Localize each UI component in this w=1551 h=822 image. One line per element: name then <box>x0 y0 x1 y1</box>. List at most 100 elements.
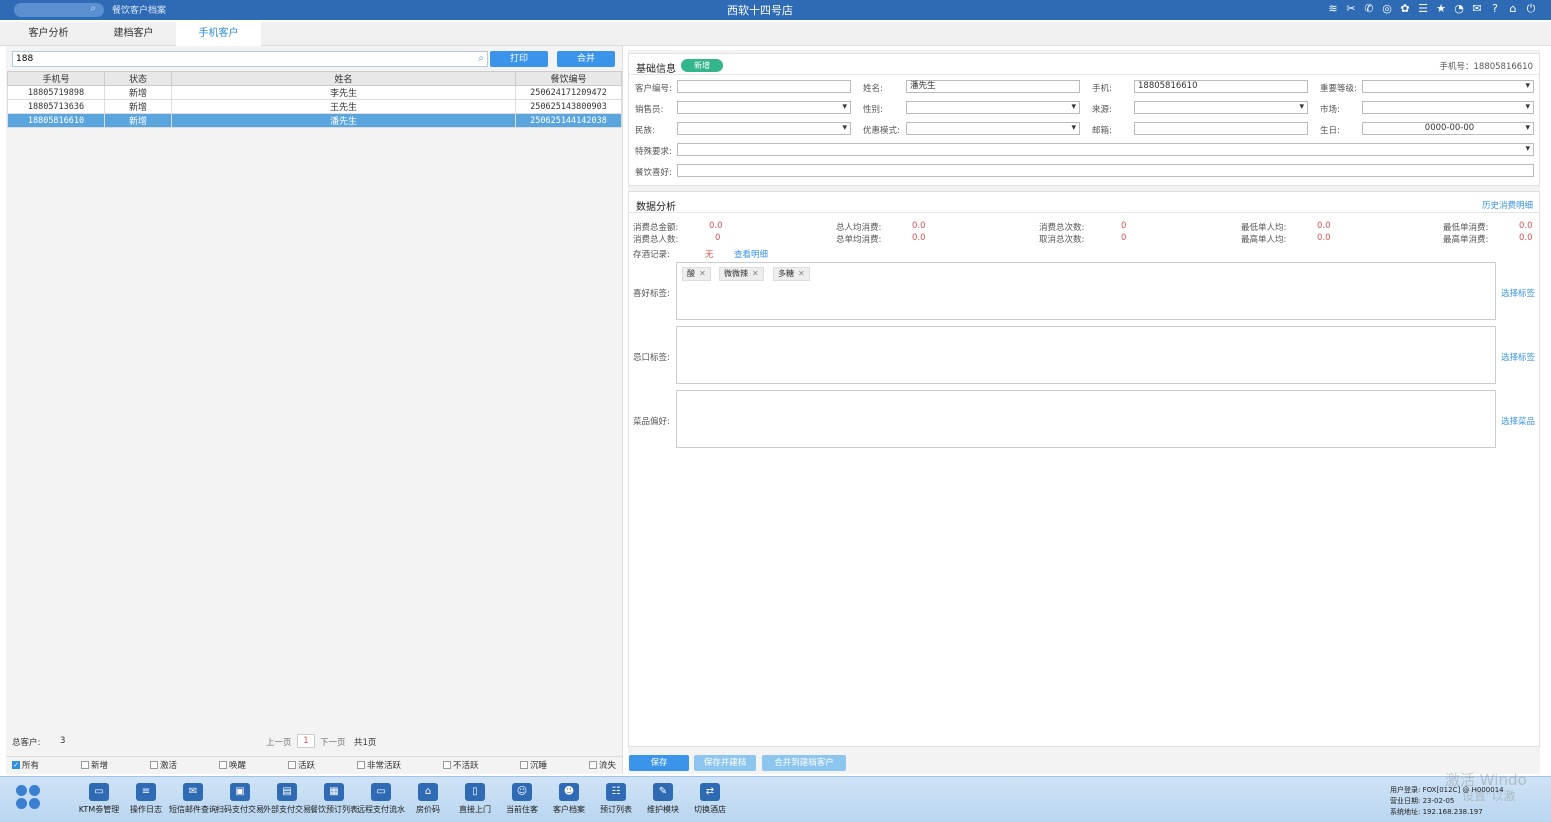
tag-chip[interactable]: 酸 ✕ <box>682 267 711 281</box>
taskbar-switch-hotel[interactable]: ⇄ 切换酒店 <box>683 783 737 815</box>
special-select[interactable] <box>677 143 1534 156</box>
menu-icon[interactable]: ☰ <box>1417 2 1429 16</box>
merge-button[interactable]: 合并 <box>557 51 615 67</box>
tag-chip[interactable]: 多糖 ✕ <box>773 267 810 281</box>
filter-very-active[interactable]: 非常活跃 <box>357 759 401 771</box>
taskbar-remote-pay[interactable]: ▭ 远程支付流水 <box>354 783 408 815</box>
column-header[interactable]: 姓名 <box>171 71 516 86</box>
filter-dormant[interactable]: 沉睡 <box>520 759 547 771</box>
print-button[interactable]: 打印 <box>490 51 548 67</box>
dish-pref-area[interactable] <box>676 390 1496 448</box>
column-header[interactable]: 手机号 <box>7 71 105 86</box>
stat-label: 最低单人均: <box>1241 223 1287 233</box>
wine-value: 无 <box>705 250 714 260</box>
search-input[interactable] <box>13 52 463 66</box>
hobby-field[interactable] <box>677 164 1534 177</box>
taskbar-room-rate[interactable]: ⌂ 房价码 <box>401 783 455 815</box>
taskbar-current-guests[interactable]: ☺ 当前住客 <box>495 783 549 815</box>
nation-select[interactable] <box>677 122 851 135</box>
save-and-archive-button[interactable]: 保存并建档 <box>694 755 756 771</box>
filter-new[interactable]: 新增 <box>81 759 108 771</box>
taskbar-reservation-list[interactable]: ☷ 预订列表 <box>589 783 643 815</box>
taskbar-ktm-coupons[interactable]: ▭ KTM劵管理 <box>72 783 126 815</box>
home-icon[interactable]: ⌂ <box>1507 2 1519 16</box>
column-header[interactable]: 状态 <box>104 71 172 86</box>
birthday-picker[interactable]: 0000-00-00 <box>1362 122 1534 135</box>
checkbox[interactable] <box>81 761 89 769</box>
name-field[interactable]: 潘先生 <box>906 80 1080 93</box>
market-select[interactable] <box>1362 101 1534 114</box>
checkbox[interactable] <box>589 761 597 769</box>
discount-select[interactable] <box>906 122 1080 135</box>
checkbox[interactable] <box>357 761 365 769</box>
history-link[interactable]: 历史消费明细 <box>1482 199 1533 211</box>
global-search-input[interactable]: ⌕ <box>14 3 104 17</box>
tag-label: 多糖 <box>778 269 794 278</box>
mobile-field[interactable]: 18805816610 <box>1134 80 1308 93</box>
table-row-selected[interactable]: 18805816610 新增 潘先生 250625144142038 <box>7 113 622 128</box>
avoid-tags-area[interactable] <box>676 326 1496 384</box>
phone-icon[interactable]: ✆ <box>1363 2 1375 16</box>
taskbar-operation-log[interactable]: ≡ 操作日志 <box>119 783 173 815</box>
wifi-icon[interactable]: ≋ <box>1327 2 1339 16</box>
clock-icon[interactable]: ◔ <box>1453 2 1465 16</box>
tab-mobile-customers[interactable]: 手机客户 <box>176 22 261 46</box>
filter-inactive[interactable]: 不活跃 <box>443 759 479 771</box>
avoid-tags-label: 忌口标签: <box>633 353 670 363</box>
table-row[interactable]: 18805719898 新增 李先生 250624171209472 <box>7 85 622 100</box>
taskbar-customer-profile[interactable]: ☻ 客户档案 <box>542 783 596 815</box>
power-icon[interactable]: ⏻ <box>1525 2 1537 16</box>
tab-archived-customers[interactable]: 建档客户 <box>91 22 176 46</box>
filter-all[interactable]: ✓ 所有 <box>12 759 39 771</box>
column-header[interactable]: 餐饮编号 <box>515 71 622 86</box>
star-icon[interactable]: ★ <box>1435 2 1447 16</box>
gender-select[interactable] <box>906 101 1080 114</box>
save-button[interactable]: 保存 <box>629 755 689 771</box>
close-icon[interactable]: ✕ <box>699 269 706 278</box>
filter-active[interactable]: 活跃 <box>288 759 315 771</box>
cust-no-field[interactable] <box>677 80 851 93</box>
importance-select[interactable] <box>1362 80 1534 93</box>
wine-detail-link[interactable]: 查看明细 <box>734 248 768 260</box>
checkbox[interactable] <box>150 761 158 769</box>
tag-chip[interactable]: 微微辣 ✕ <box>719 267 764 281</box>
mail-icon[interactable]: ✉ <box>1471 2 1483 16</box>
wrench-icon: ✎ <box>653 783 673 801</box>
select-avoid-tags-link[interactable]: 选择标签 <box>1501 351 1535 363</box>
like-tags-area[interactable]: 酸 ✕ 微微辣 ✕ 多糖 ✕ <box>676 262 1496 320</box>
taskbar-walk-in[interactable]: ▯ 直接上门 <box>448 783 502 815</box>
page-number[interactable]: 1 <box>297 734 315 748</box>
next-page-link[interactable]: 下一页 <box>320 736 346 748</box>
taskbar-external-pay[interactable]: ▤ 外部支付交易 <box>260 783 314 815</box>
tab-customer-analysis[interactable]: 客户分析 <box>6 22 91 46</box>
help-icon[interactable]: ? <box>1489 2 1501 16</box>
filter-activated[interactable]: 激活 <box>150 759 177 771</box>
email-field[interactable] <box>1134 122 1308 135</box>
close-icon[interactable]: ✕ <box>752 269 759 278</box>
taskbar-sms-mail[interactable]: ✉ 短信邮件查询 <box>166 783 220 815</box>
taskbar-maintenance[interactable]: ✎ 维护模块 <box>636 783 690 815</box>
checkbox-checked[interactable]: ✓ <box>12 761 20 769</box>
select-like-tags-link[interactable]: 选择标签 <box>1501 287 1535 299</box>
taskbar-scan-pay[interactable]: ▣ 扫码支付交易 <box>213 783 267 815</box>
checkbox[interactable] <box>443 761 451 769</box>
taskbar-booking-list[interactable]: ▦ 餐饮预订列表 <box>307 783 361 815</box>
search-person-icon[interactable]: ◎ <box>1381 2 1393 16</box>
checkbox[interactable] <box>219 761 227 769</box>
source-select[interactable] <box>1134 101 1308 114</box>
filter-lost[interactable]: 流失 <box>589 759 616 771</box>
log-icon: ≡ <box>136 783 156 801</box>
palette-icon[interactable]: ✿ <box>1399 2 1411 16</box>
checkbox[interactable] <box>520 761 528 769</box>
tools-icon[interactable]: ✂ <box>1345 2 1357 16</box>
sales-select[interactable] <box>677 101 851 114</box>
select-dish-link[interactable]: 选择菜品 <box>1501 415 1535 427</box>
checkbox[interactable] <box>288 761 296 769</box>
merge-to-archive-button[interactable]: 合并到建档客户 <box>762 755 846 771</box>
close-icon[interactable]: ✕ <box>798 269 805 278</box>
filter-awakened[interactable]: 唤醒 <box>219 759 246 771</box>
app-logo-icon[interactable] <box>16 785 42 811</box>
search-icon[interactable]: ⌕ <box>478 53 484 64</box>
table-row[interactable]: 18805713636 新增 王先生 250625143800903 <box>7 99 622 114</box>
prev-page-link[interactable]: 上一页 <box>266 736 292 748</box>
